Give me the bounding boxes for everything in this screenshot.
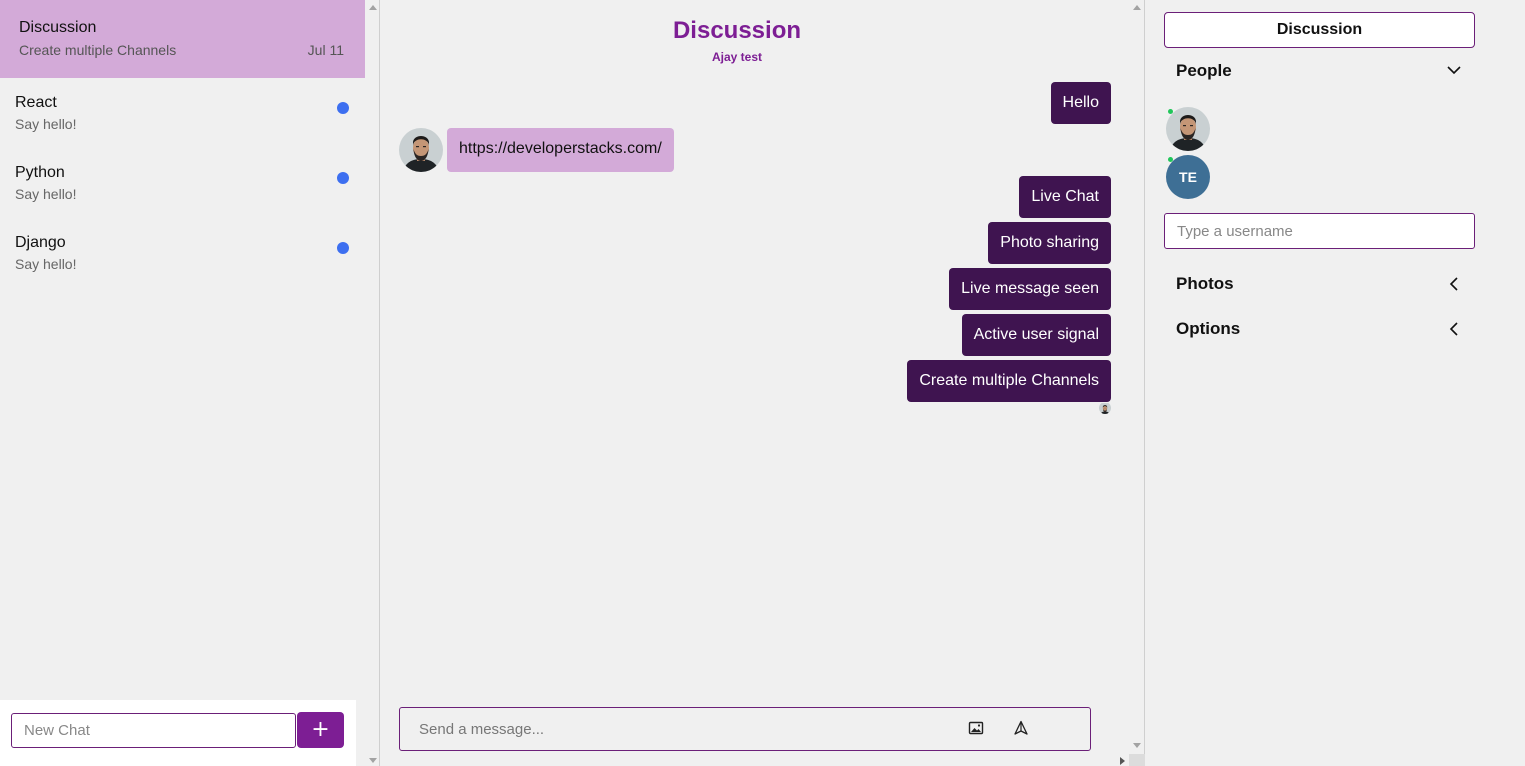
add-username-input[interactable]: [1164, 213, 1475, 249]
unread-dot: [337, 102, 349, 114]
options-section-toggle[interactable]: Options: [1176, 319, 1240, 339]
message-bubble-incoming: https://developerstacks.com/: [447, 128, 674, 172]
scroll-down-arrow-icon[interactable]: [369, 758, 377, 763]
new-chat-form: +: [0, 700, 356, 766]
channel-item-python[interactable]: Python Say hello!: [0, 148, 365, 218]
channel-item-discussion[interactable]: Discussion Create multiple Channels Jul …: [0, 0, 365, 78]
online-status-dot: [1168, 157, 1173, 162]
photos-section-toggle[interactable]: Photos: [1176, 274, 1234, 294]
message-bubble-outgoing: Hello: [1050, 82, 1111, 124]
unread-dot: [337, 242, 349, 254]
message-bubble-outgoing: Live Chat: [1019, 176, 1111, 218]
scroll-down-arrow-icon[interactable]: [1133, 743, 1141, 748]
scrollbar-corner: [1129, 754, 1145, 766]
channel-list: Discussion Create multiple Channels Jul …: [0, 0, 365, 700]
message-bubble-outgoing: Create multiple Channels: [907, 360, 1111, 402]
channel-title: Python: [15, 164, 65, 181]
channel-title: Discussion: [19, 19, 97, 36]
chat-settings-panel: Discussion People TE Photos Options: [1146, 0, 1525, 766]
send-icon[interactable]: [1013, 720, 1031, 738]
channel-sidebar: Discussion Create multiple Channels Jul …: [0, 0, 380, 766]
chevron-left-icon[interactable]: [1446, 321, 1462, 337]
chevron-left-icon[interactable]: [1446, 276, 1462, 292]
person-avatar[interactable]: [1166, 107, 1210, 151]
scroll-right-arrow-icon[interactable]: [1120, 757, 1125, 765]
chat-subtitle: Ajay test: [711, 50, 763, 64]
message-bubble-outgoing: Active user signal: [961, 314, 1111, 356]
unread-dot: [337, 172, 349, 184]
person-avatar-initials[interactable]: TE: [1166, 155, 1210, 199]
channel-item-react[interactable]: React Say hello!: [0, 78, 365, 148]
sidebar-scrollbar[interactable]: [366, 0, 380, 766]
chevron-down-icon[interactable]: [1446, 62, 1462, 78]
message-composer: [399, 707, 1091, 751]
channel-item-django[interactable]: Django Say hello!: [0, 218, 365, 288]
channel-title: Django: [15, 234, 66, 251]
new-chat-input[interactable]: [11, 713, 296, 748]
read-receipt-avatar: [1099, 402, 1111, 414]
add-chat-button[interactable]: +: [297, 712, 344, 748]
scroll-up-arrow-icon[interactable]: [1133, 5, 1141, 10]
channel-title: React: [15, 94, 57, 111]
message-bubble-outgoing: Photo sharing: [988, 222, 1111, 264]
chat-title: Discussion: [672, 17, 802, 44]
channel-last-message: Say hello!: [15, 116, 77, 132]
channel-last-message: Create multiple Channels: [19, 42, 177, 58]
chat-feed: Discussion Ajay test Hello https://devel…: [381, 0, 1145, 766]
message-input[interactable]: [401, 709, 941, 749]
channel-last-message: Say hello!: [15, 256, 77, 272]
people-section-toggle[interactable]: People: [1176, 61, 1232, 81]
chat-scrollbar[interactable]: [1131, 0, 1145, 766]
scroll-up-arrow-icon[interactable]: [369, 5, 377, 10]
channel-date: Jul 11: [307, 42, 344, 58]
channel-last-message: Say hello!: [15, 186, 77, 202]
channel-name-title[interactable]: Discussion: [1164, 12, 1475, 48]
image-upload-icon[interactable]: [968, 720, 986, 738]
message-bubble-outgoing: Live message seen: [949, 268, 1111, 310]
sender-avatar: [399, 128, 443, 172]
online-status-dot: [1168, 109, 1173, 114]
